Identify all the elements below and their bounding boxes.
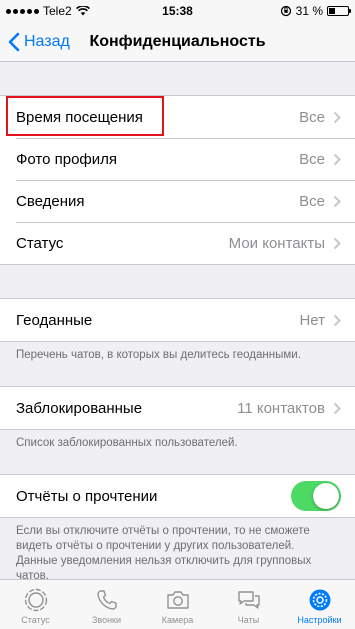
row-read-receipts: Отчёты о прочтении	[0, 475, 355, 517]
battery-icon	[327, 6, 351, 16]
row-blocked[interactable]: Заблокированные 11 контактов	[0, 387, 355, 429]
phone-icon	[96, 590, 117, 610]
carrier-label: Tele2	[43, 4, 72, 18]
chevron-right-icon	[333, 237, 341, 249]
wifi-icon	[75, 6, 90, 16]
location-footnote: Перечень чатов, в которых вы делитесь ге…	[16, 349, 301, 361]
tab-chats[interactable]: Чаты	[213, 580, 284, 629]
tab-camera[interactable]: Камера	[142, 580, 213, 629]
back-label: Назад	[24, 32, 70, 50]
row-last-seen[interactable]: Время посещения Все	[0, 96, 355, 138]
tab-calls[interactable]: Звонки	[71, 580, 142, 629]
back-button[interactable]: Назад	[0, 32, 70, 52]
location-group: Геоданные Нет	[0, 298, 355, 342]
row-location[interactable]: Геоданные Нет	[0, 299, 355, 341]
tab-settings[interactable]: Настройки	[284, 580, 355, 629]
signal-icon	[6, 8, 39, 14]
camera-icon	[166, 591, 189, 609]
status-left: Tele2	[6, 4, 126, 18]
nav-bar: Назад Конфиденциальность	[0, 22, 355, 62]
row-label: Геоданные	[16, 311, 93, 329]
toggle-knob	[313, 483, 339, 509]
settings-icon	[309, 589, 330, 611]
orientation-lock-icon	[280, 5, 291, 17]
row-label: Отчёты о прочтении	[16, 487, 158, 505]
chevron-left-icon	[8, 32, 20, 51]
tab-label: Настройки	[297, 615, 342, 625]
read-receipts-toggle[interactable]	[291, 481, 341, 511]
tab-status[interactable]: Статус	[0, 580, 71, 629]
tab-label: Статус	[21, 615, 50, 625]
row-status[interactable]: Статус Мои контакты	[0, 222, 355, 264]
tab-bar: Статус Звонки Камера Чаты Настройки	[0, 579, 355, 629]
row-profile-photo[interactable]: Фото профиля Все	[0, 138, 355, 180]
row-value: Все	[299, 150, 325, 168]
tab-label: Звонки	[91, 615, 122, 625]
battery-fill	[329, 8, 335, 14]
row-value: Мои контакты	[228, 234, 325, 252]
blocked-footnote: Список заблокированных пользователей.	[16, 437, 238, 449]
status-right: 31 %	[229, 4, 351, 18]
chevron-right-icon	[333, 195, 341, 207]
battery-percent: 31 %	[295, 4, 323, 18]
read-receipts-footnote: Если вы отключите отчёты о прочтении, то…	[16, 525, 312, 579]
row-label: Заблокированные	[16, 399, 143, 417]
read-receipts-group: Отчёты о прочтении	[0, 474, 355, 518]
blocked-group: Заблокированные 11 контактов	[0, 386, 355, 430]
status-bar: Tele2 15:38 31 %	[0, 0, 355, 22]
settings-content: Время посещения Все Фото профиля Все Све…	[0, 62, 355, 579]
row-label: Сведения	[16, 192, 85, 210]
row-label: Фото профиля	[16, 150, 118, 168]
tab-label: Камера	[161, 615, 194, 625]
row-label: Время посещения	[16, 108, 143, 126]
row-label: Статус	[16, 234, 64, 252]
row-value: Нет	[299, 311, 325, 329]
row-value: Все	[299, 192, 325, 210]
row-value: Все	[299, 108, 325, 126]
tab-label: Чаты	[237, 615, 260, 625]
chevron-right-icon	[333, 153, 341, 165]
row-value: 11 контактов	[237, 399, 325, 417]
chevron-right-icon	[333, 111, 341, 123]
status-time: 15:38	[162, 4, 193, 18]
row-about[interactable]: Сведения Все	[0, 180, 355, 222]
privacy-group: Время посещения Все Фото профиля Все Све…	[0, 95, 355, 265]
chats-icon	[237, 591, 260, 609]
chevron-right-icon	[333, 402, 341, 414]
status-icon	[24, 588, 47, 612]
chevron-right-icon	[333, 314, 341, 326]
